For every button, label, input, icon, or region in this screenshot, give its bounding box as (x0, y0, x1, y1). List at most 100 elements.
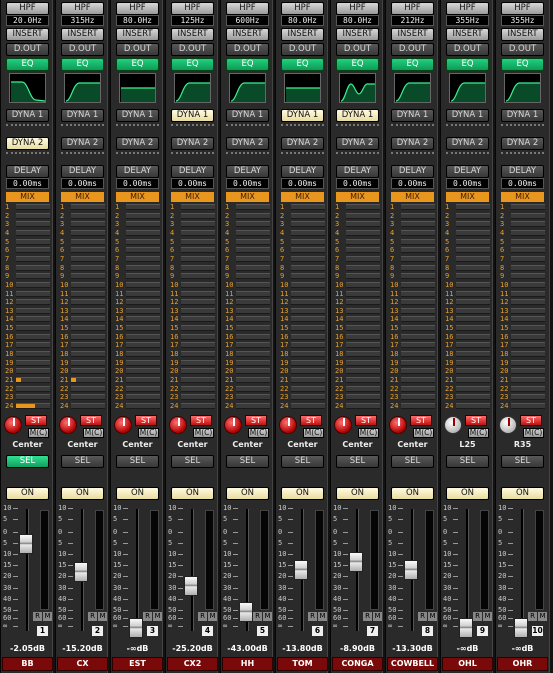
hpf-button[interactable]: HPF (226, 2, 269, 15)
delay-time[interactable]: 0.00ms (391, 178, 434, 189)
delay-button[interactable]: DELAY (116, 165, 159, 178)
mix-send-level-bar[interactable] (236, 368, 270, 375)
mix-send-level-bar[interactable] (71, 385, 105, 392)
mix-send-row[interactable]: 14 (4, 315, 51, 324)
hpf-frequency[interactable]: 315Hz (61, 15, 104, 26)
mix-send-row[interactable]: 24 (444, 402, 491, 411)
mix-send-row[interactable]: 6 (59, 246, 106, 255)
mix-send-row[interactable]: 18 (334, 350, 381, 359)
mix-send-row[interactable]: 14 (114, 315, 161, 324)
mix-send-level-bar[interactable] (16, 377, 50, 383)
eq-curve-graph[interactable] (174, 73, 211, 103)
mix-send-row[interactable]: 14 (224, 315, 271, 324)
mix-send-row[interactable]: 20 (114, 367, 161, 376)
mix-send-row[interactable]: 2 (224, 212, 271, 221)
mix-send-row[interactable]: 3 (334, 220, 381, 229)
direct-out-button[interactable]: D.OUT (116, 43, 159, 56)
mix-send-row[interactable]: 12 (279, 298, 326, 307)
mix-send-level-bar[interactable] (236, 299, 270, 306)
mix-send-row[interactable]: 5 (169, 238, 216, 247)
mix-send-level-bar[interactable] (181, 212, 215, 219)
mix-send-level-bar[interactable] (16, 238, 50, 245)
mix-send-level-bar[interactable] (291, 368, 325, 375)
mix-send-level-bar[interactable] (71, 333, 105, 340)
mix-send-row[interactable]: 17 (444, 341, 491, 350)
delay-button[interactable]: DELAY (226, 165, 269, 178)
mix-send-row[interactable]: 1 (334, 203, 381, 212)
mix-send-level-bar[interactable] (346, 377, 380, 383)
eq-button[interactable]: EQ (501, 58, 544, 71)
mix-send-level-bar[interactable] (16, 204, 50, 210)
fader-track[interactable] (26, 509, 29, 631)
dyna2-button[interactable]: DYNA 2 (336, 137, 379, 150)
mix-send-level-bar[interactable] (456, 342, 490, 349)
mono-center-button[interactable]: M(C) (138, 428, 159, 438)
mix-send-level-bar[interactable] (456, 221, 490, 228)
mono-center-button[interactable]: M(C) (193, 428, 214, 438)
mix-send-row[interactable]: 18 (499, 350, 546, 359)
mix-send-level-bar[interactable] (71, 264, 105, 271)
mix-send-level-bar[interactable] (126, 385, 160, 392)
mix-send-level-bar[interactable] (126, 221, 160, 228)
mix-send-level-bar[interactable] (511, 385, 545, 392)
direct-out-button[interactable]: D.OUT (226, 43, 269, 56)
mix-send-row[interactable]: 8 (4, 264, 51, 273)
mix-send-row[interactable]: 5 (334, 238, 381, 247)
mix-send-level-bar[interactable] (71, 290, 105, 297)
mix-send-row[interactable]: 20 (444, 367, 491, 376)
mono-center-button[interactable]: M(C) (28, 428, 49, 438)
mix-send-level-bar[interactable] (511, 394, 545, 401)
mix-send-level-bar[interactable] (16, 290, 50, 297)
mix-send-level-bar[interactable] (346, 316, 380, 323)
dyna2-button[interactable]: DYNA 2 (6, 137, 49, 150)
mix-send-level-bar[interactable] (401, 221, 435, 228)
mix-send-level-bar[interactable] (401, 299, 435, 306)
mix-send-level-bar[interactable] (511, 351, 545, 358)
mix-send-row[interactable]: 4 (334, 229, 381, 238)
mix-send-row[interactable]: 5 (279, 238, 326, 247)
mix-send-row[interactable]: 5 (499, 238, 546, 247)
mix-send-row[interactable]: 4 (169, 229, 216, 238)
channel-name[interactable]: COWBELL (387, 657, 438, 671)
insert-button[interactable]: INSERT (226, 28, 269, 41)
mix-send-row[interactable]: 2 (4, 212, 51, 221)
mix-send-row[interactable]: 24 (334, 402, 381, 411)
dyna1-button[interactable]: DYNA 1 (226, 109, 269, 122)
mix-send-row[interactable]: 9 (389, 272, 436, 281)
mix-send-row[interactable]: 4 (444, 229, 491, 238)
fader-cap[interactable] (74, 562, 88, 582)
mix-send-level-bar[interactable] (181, 221, 215, 228)
mix-send-level-bar[interactable] (126, 264, 160, 271)
mix-send-level-bar[interactable] (236, 229, 270, 236)
mix-send-row[interactable]: 11 (279, 290, 326, 299)
sel-button[interactable]: SEL (446, 455, 489, 468)
mix-send-level-bar[interactable] (401, 342, 435, 349)
mix-send-row[interactable]: 10 (169, 281, 216, 290)
mix-send-level-bar[interactable] (71, 255, 105, 262)
mix-send-level-bar[interactable] (236, 359, 270, 366)
insert-button[interactable]: INSERT (391, 28, 434, 41)
monitor-button[interactable]: M (263, 612, 272, 621)
stereo-bus-button[interactable]: ST (355, 415, 377, 426)
mix-send-row[interactable]: 9 (224, 272, 271, 281)
mix-send-row[interactable]: 13 (114, 307, 161, 316)
mix-send-row[interactable]: 17 (499, 341, 546, 350)
mix-send-level-bar[interactable] (16, 351, 50, 358)
mix-send-row[interactable]: 5 (444, 238, 491, 247)
mix-send-level-bar[interactable] (291, 316, 325, 323)
mono-center-button[interactable]: M(C) (303, 428, 324, 438)
mix-send-row[interactable]: 7 (169, 255, 216, 264)
mix-send-row[interactable]: 17 (279, 341, 326, 350)
mix-send-row[interactable]: 22 (444, 385, 491, 394)
channel-name[interactable]: EST (112, 657, 163, 671)
mix-send-row[interactable]: 15 (224, 324, 271, 333)
delay-button[interactable]: DELAY (6, 165, 49, 178)
mix-send-row[interactable]: 16 (59, 333, 106, 342)
mix-send-level-bar[interactable] (126, 359, 160, 366)
mix-send-level-bar[interactable] (181, 316, 215, 323)
mix-send-row[interactable]: 6 (334, 246, 381, 255)
mix-send-row[interactable]: 10 (499, 281, 546, 290)
hpf-button[interactable]: HPF (116, 2, 159, 15)
mix-send-level-bar[interactable] (401, 273, 435, 280)
on-button[interactable]: ON (281, 487, 324, 500)
